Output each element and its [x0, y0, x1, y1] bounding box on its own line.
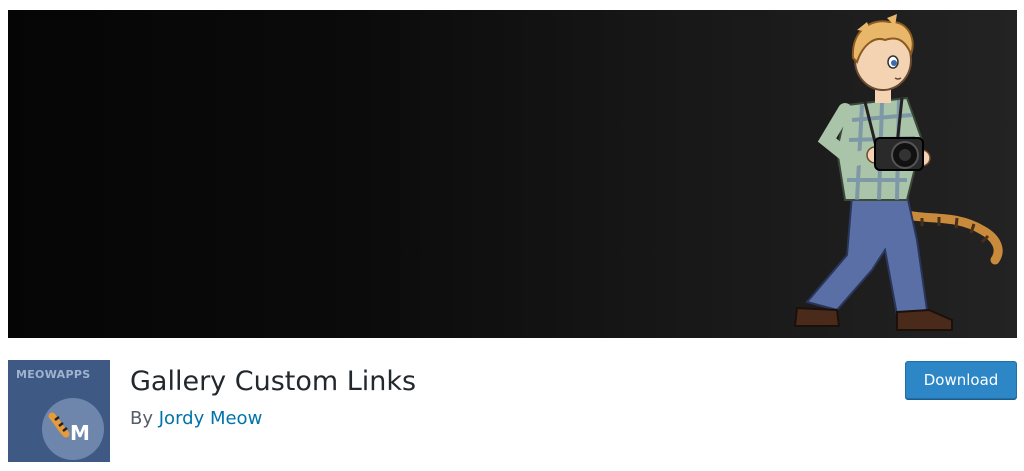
plugin-banner: [8, 10, 1017, 338]
plugin-icon: MEOWAPPS M: [8, 360, 110, 462]
icon-logo-circle: M: [42, 398, 104, 460]
download-button[interactable]: Download: [905, 361, 1017, 399]
photographer-illustration: [793, 14, 1003, 331]
plugin-title: Gallery Custom Links: [130, 366, 417, 397]
byline-prefix: By: [130, 408, 154, 429]
plugin-byline: By Jordy Meow: [130, 408, 262, 429]
author-link[interactable]: Jordy Meow: [159, 408, 263, 429]
icon-brand-text: MEOWAPPS: [16, 368, 91, 381]
cat-tail-icon: M: [48, 412, 90, 445]
icon-letter: M: [70, 421, 90, 445]
